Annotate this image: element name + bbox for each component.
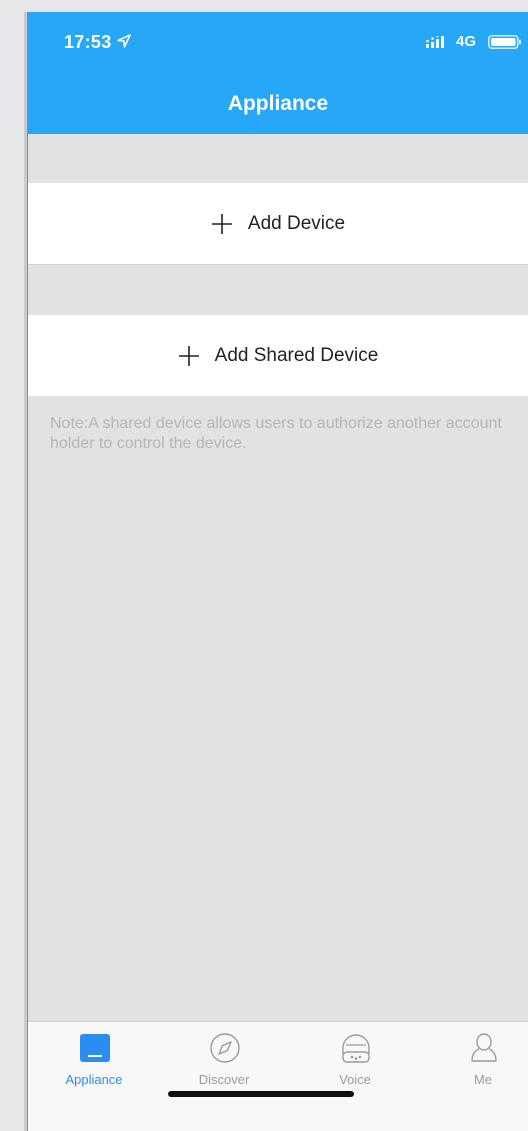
add-shared-device-label: Add Shared Device [214,344,379,366]
add-device-button[interactable]: Add Device [28,183,528,265]
add-device-label: Add Device [247,212,346,234]
app-header: 17:53 4G Appliance [28,12,528,134]
shared-device-note: Note:A shared device allows users to aut… [50,415,502,452]
tab-label: Appliance [65,1072,123,1087]
status-time: 17:53 [64,32,112,52]
home-indicator[interactable] [168,1091,354,1097]
add-device-content: Add Device [28,183,528,264]
tab-label: Voice [339,1072,371,1087]
page-title: Appliance [227,92,329,115]
tab-voice[interactable]: Voice [310,1030,400,1092]
add-shared-device-content: Add Shared Device [28,315,528,396]
tab-me[interactable]: Me [438,1030,528,1092]
tab-discover[interactable]: Discover [179,1030,269,1092]
person-icon [471,1033,497,1062]
tab-label: Discover [198,1072,250,1087]
appliance-icon [80,1034,110,1062]
add-shared-device-button[interactable]: Add Shared Device [28,315,528,396]
tab-label: Me [473,1072,493,1087]
tab-appliance[interactable]: Appliance [49,1030,139,1092]
voice-icon [342,1034,370,1063]
location-arrow-icon [117,34,131,48]
network-type: 4G [456,33,477,50]
compass-icon [210,1033,240,1063]
tab-bar: Appliance Discover Voice Me [28,1021,528,1131]
plus-icon [211,213,232,234]
phone-screen: 17:53 4G Appliance Add Device Add Shared… [28,12,528,1131]
battery-icon [488,35,521,49]
signal-strength-icon [426,36,444,48]
plus-icon [178,345,199,366]
